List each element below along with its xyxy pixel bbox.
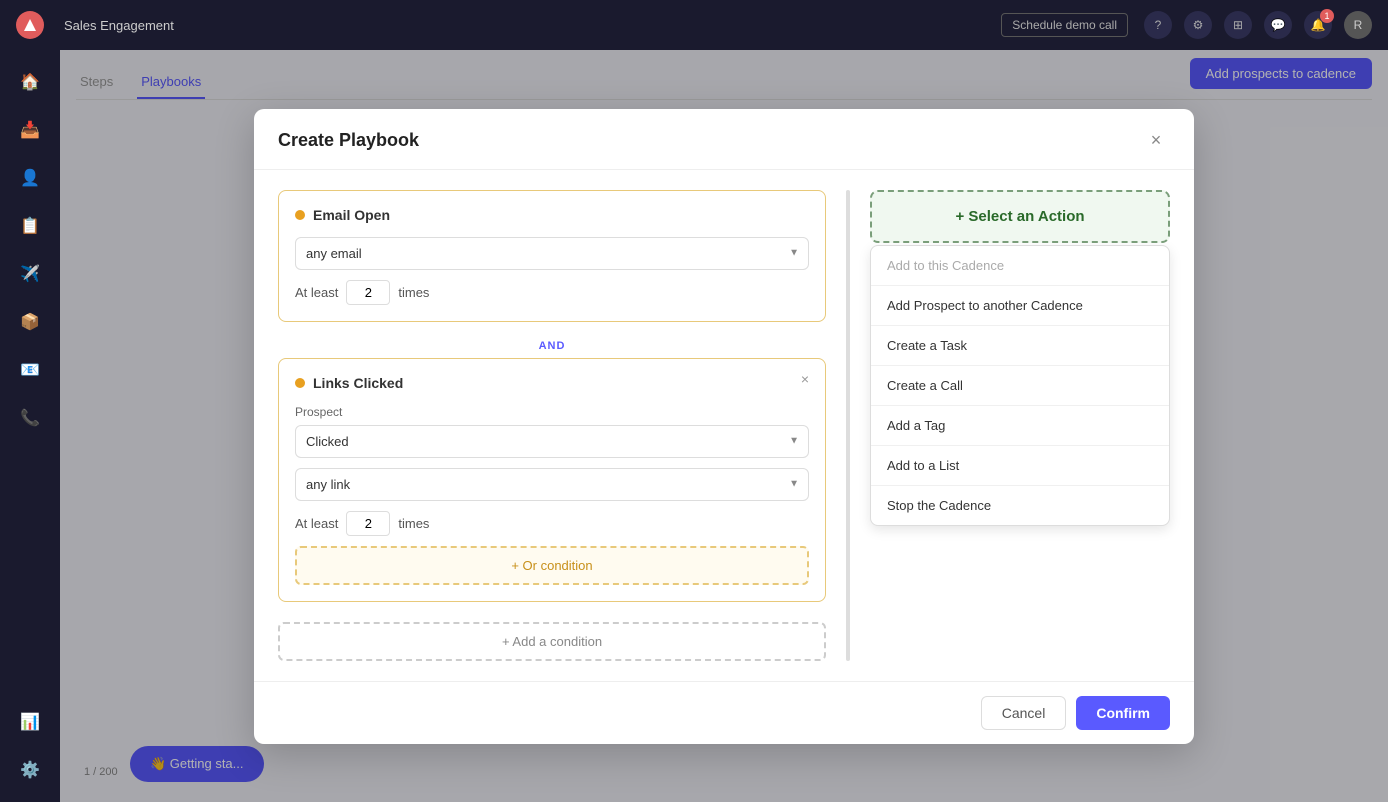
action-dropdown-menu: Add to this Cadence Add Prospect to anot…: [870, 245, 1170, 526]
modal-header: Create Playbook ×: [254, 109, 1194, 170]
grid-icon[interactable]: ⊞: [1224, 11, 1252, 39]
condition-dot-email: [295, 210, 305, 220]
select-action-button[interactable]: + Select an Action: [870, 190, 1170, 243]
clicked-select-wrapper: Clicked Not Clicked ▼: [295, 425, 809, 458]
nav-icons: ? ⚙ ⊞ 💬 🔔 1 R: [1144, 11, 1372, 39]
and-separator: AND: [278, 334, 826, 358]
modal-left-panel: Email Open any email specific email ▼: [278, 190, 826, 661]
email-at-least-row: At least times: [295, 280, 809, 305]
modal-footer: Cancel Confirm: [254, 681, 1194, 744]
links-at-least-row: At least times: [295, 511, 809, 536]
action-item-add-to-list[interactable]: Add to a List: [871, 446, 1169, 486]
app-logo: [16, 11, 44, 39]
action-item-add-to-cadence: Add to this Cadence: [871, 246, 1169, 286]
sidebar-item-inbox[interactable]: 📥: [10, 110, 50, 150]
sidebar-item-home[interactable]: 🏠: [10, 62, 50, 102]
schedule-demo-button[interactable]: Schedule demo call: [1001, 13, 1128, 37]
modal-overlay: Create Playbook × Email Open: [60, 50, 1388, 802]
link-type-dropdown[interactable]: any link specific link: [295, 468, 809, 501]
modal-title: Create Playbook: [278, 130, 419, 151]
condition-dot-links: [295, 378, 305, 388]
condition-title-email: Email Open: [313, 207, 390, 223]
confirm-button[interactable]: Confirm: [1076, 696, 1170, 730]
modal-divider: [846, 190, 850, 661]
main-content: Steps Playbooks Add prospects to cadence…: [60, 50, 1388, 802]
action-item-stop-cadence[interactable]: Stop the Cadence: [871, 486, 1169, 525]
email-at-least-label: At least: [295, 285, 338, 300]
app-title: Sales Engagement: [64, 18, 174, 33]
sidebar-item-tasks[interactable]: 📦: [10, 302, 50, 342]
email-open-select-wrapper: any email specific email ▼: [295, 237, 809, 270]
email-open-condition: Email Open any email specific email ▼: [278, 190, 826, 322]
clicked-dropdown[interactable]: Clicked Not Clicked: [295, 425, 809, 458]
email-times-label: times: [398, 285, 429, 300]
condition-header-email: Email Open: [295, 207, 809, 223]
modal-right-panel: + Select an Action Add to this Cadence A…: [870, 190, 1170, 661]
sidebar: 🏠 📥 👤 📋 ✈️ 📦 📧 📞 📊 ⚙️: [0, 50, 60, 802]
notification-icon[interactable]: 🔔 1: [1304, 11, 1332, 39]
prospect-label: Prospect: [295, 405, 809, 419]
settings-nav-icon[interactable]: ⚙: [1184, 11, 1212, 39]
sidebar-item-analytics[interactable]: 📊: [10, 702, 50, 742]
notification-badge: 1: [1320, 9, 1334, 23]
condition-title-links: Links Clicked: [313, 375, 403, 391]
sidebar-item-reports[interactable]: 📋: [10, 206, 50, 246]
help-icon[interactable]: ?: [1144, 11, 1172, 39]
sidebar-item-settings[interactable]: ⚙️: [10, 750, 50, 790]
sidebar-item-messages[interactable]: 📧: [10, 350, 50, 390]
links-at-least-input[interactable]: [346, 511, 390, 536]
modal-close-button[interactable]: ×: [1142, 127, 1170, 155]
links-clicked-close-button[interactable]: ×: [795, 369, 815, 389]
email-open-dropdown[interactable]: any email specific email: [295, 237, 809, 270]
cancel-button[interactable]: Cancel: [981, 696, 1067, 730]
sidebar-item-contacts[interactable]: 👤: [10, 158, 50, 198]
action-item-create-call[interactable]: Create a Call: [871, 366, 1169, 406]
modal-body: Email Open any email specific email ▼: [254, 170, 1194, 681]
user-avatar[interactable]: R: [1344, 11, 1372, 39]
links-clicked-condition: × Links Clicked Prospect Clicked Not: [278, 358, 826, 602]
add-condition-button[interactable]: + Add a condition: [278, 622, 826, 661]
sidebar-item-calls[interactable]: 📞: [10, 398, 50, 438]
link-type-select-wrapper: any link specific link ▼: [295, 468, 809, 501]
create-playbook-modal: Create Playbook × Email Open: [254, 109, 1194, 744]
action-item-add-tag[interactable]: Add a Tag: [871, 406, 1169, 446]
links-times-label: times: [398, 516, 429, 531]
action-item-add-another-cadence[interactable]: Add Prospect to another Cadence: [871, 286, 1169, 326]
condition-header-links: Links Clicked: [295, 375, 809, 391]
sidebar-item-send[interactable]: ✈️: [10, 254, 50, 294]
email-at-least-input[interactable]: [346, 280, 390, 305]
links-at-least-label: At least: [295, 516, 338, 531]
action-item-create-task[interactable]: Create a Task: [871, 326, 1169, 366]
top-nav: Sales Engagement Schedule demo call ? ⚙ …: [0, 0, 1388, 50]
or-condition-button[interactable]: + Or condition: [295, 546, 809, 585]
chat-icon[interactable]: 💬: [1264, 11, 1292, 39]
